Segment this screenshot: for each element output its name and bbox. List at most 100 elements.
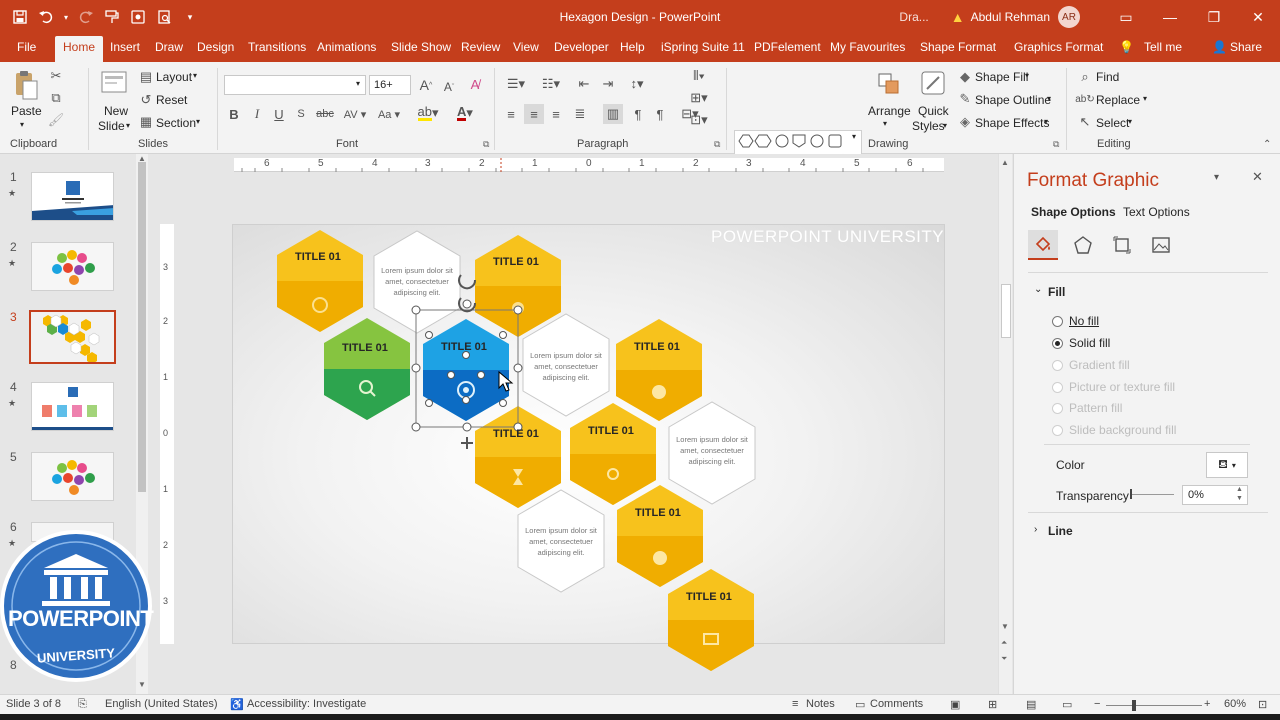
replace-dropdown-icon[interactable]: ▾ bbox=[1143, 94, 1147, 103]
clear-formatting-icon[interactable]: A̸ bbox=[466, 75, 484, 93]
font-name-dropdown-icon[interactable]: ▾ bbox=[356, 79, 360, 88]
tab-insert[interactable]: Insert bbox=[110, 40, 140, 54]
transparency-slider-thumb[interactable] bbox=[1130, 489, 1132, 499]
select-button[interactable]: Select bbox=[1096, 116, 1129, 130]
collapse-ribbon-icon[interactable]: ⌃ bbox=[1263, 139, 1271, 150]
effects-icon[interactable] bbox=[1068, 230, 1098, 260]
layout-dropdown-icon[interactable]: ▾ bbox=[193, 71, 197, 80]
format-painter-icon[interactable]: 🖌 bbox=[48, 112, 65, 128]
shapes-gallery-more-icon[interactable]: ▾ bbox=[852, 132, 856, 141]
text-direction-icon[interactable]: ⫴▾ bbox=[686, 68, 712, 84]
previous-slide-icon[interactable]: ⏶ bbox=[1001, 638, 1007, 648]
accessibility-status[interactable]: Accessibility: Investigate bbox=[247, 698, 366, 710]
quick-styles-button[interactable]: Quick bbox=[918, 104, 949, 118]
tab-pdfelement[interactable]: PDFelement bbox=[754, 40, 821, 54]
pattern-fill-option[interactable]: Pattern fill bbox=[1052, 401, 1122, 415]
tab-developer[interactable]: Developer bbox=[554, 40, 609, 54]
shape-outline-dropdown-icon[interactable]: ▾ bbox=[1047, 94, 1051, 103]
quick-styles-dropdown-icon[interactable]: ▾ bbox=[943, 121, 947, 130]
undo-icon[interactable] bbox=[36, 7, 56, 27]
radio[interactable] bbox=[1052, 402, 1063, 414]
new-slide-button[interactable]: New bbox=[104, 104, 128, 118]
radio[interactable] bbox=[1052, 315, 1063, 327]
tab-help[interactable]: Help bbox=[620, 40, 645, 54]
transparency-spinner-icon[interactable]: ▲ ▼ bbox=[1236, 485, 1243, 503]
hexagon-green[interactable] bbox=[324, 318, 410, 420]
restore-icon[interactable]: ❐ bbox=[1192, 0, 1236, 34]
slide-thumbnail-4[interactable] bbox=[31, 382, 114, 431]
hexagon-yellow-5[interactable] bbox=[570, 403, 656, 505]
columns-icon[interactable]: ▥ bbox=[603, 104, 623, 124]
pane-options-icon[interactable]: ▾ bbox=[1214, 172, 1219, 183]
tab-shape-options[interactable]: Shape Options bbox=[1031, 205, 1116, 219]
change-case-icon[interactable]: Aa ▾ bbox=[375, 106, 403, 122]
ltr-icon[interactable]: ¶ bbox=[652, 106, 668, 122]
share-button[interactable]: Share bbox=[1230, 40, 1262, 54]
language-indicator[interactable]: English (United States) bbox=[105, 698, 218, 710]
line-section-header[interactable]: Line bbox=[1048, 524, 1073, 538]
comments-button[interactable]: Comments bbox=[870, 698, 923, 710]
font-dialog-launcher-icon[interactable]: ⧉ bbox=[483, 139, 489, 150]
tab-ispring[interactable]: iSpring Suite 11 bbox=[661, 40, 745, 54]
new-slide-icon[interactable] bbox=[100, 68, 130, 98]
normal-view-icon[interactable]: ▣ bbox=[950, 698, 960, 711]
save-icon[interactable] bbox=[10, 7, 30, 27]
align-left-icon[interactable]: ≡ bbox=[503, 106, 519, 122]
arrange-button[interactable]: Arrange bbox=[868, 104, 911, 118]
arrange-dropdown-icon[interactable]: ▾ bbox=[883, 119, 887, 128]
undo-dropdown-icon[interactable]: ▾ bbox=[62, 7, 70, 27]
customize-qat-icon[interactable]: ▾ bbox=[180, 7, 200, 27]
radio[interactable] bbox=[1052, 359, 1063, 371]
decrease-indent-icon[interactable]: ⇤ bbox=[575, 76, 593, 92]
reading-view-icon[interactable]: ▤ bbox=[1026, 698, 1036, 711]
shape-outline-button[interactable]: Shape Outline bbox=[975, 93, 1051, 107]
tab-file[interactable]: File bbox=[17, 40, 36, 54]
tab-draw[interactable]: Draw bbox=[155, 40, 183, 54]
ribbon-display-options-icon[interactable]: ▭ bbox=[1104, 0, 1148, 34]
select-dropdown-icon[interactable]: ▾ bbox=[1128, 117, 1132, 126]
shape-fill-dropdown-icon[interactable]: ▾ bbox=[1025, 71, 1029, 80]
shape-effects-button[interactable]: Shape Effects bbox=[975, 116, 1050, 130]
avatar[interactable]: AR bbox=[1058, 6, 1080, 28]
tab-text-options[interactable]: Text Options bbox=[1123, 205, 1190, 219]
justify-icon[interactable]: ≣ bbox=[572, 106, 588, 122]
rtl-icon[interactable]: ¶ bbox=[630, 106, 646, 122]
hexagon-yellow-6[interactable] bbox=[617, 485, 703, 587]
hexagon-blue-selected[interactable] bbox=[423, 319, 509, 421]
radio[interactable] bbox=[1052, 381, 1063, 393]
tab-slide-show[interactable]: Slide Show bbox=[391, 40, 451, 54]
redo-icon[interactable] bbox=[76, 7, 96, 27]
picture-fill-option[interactable]: Picture or texture fill bbox=[1052, 380, 1175, 394]
increase-font-size-icon[interactable]: A ^ bbox=[417, 76, 435, 94]
slide-thumbnail-2[interactable] bbox=[31, 242, 114, 291]
hexagon-yellow-1[interactable] bbox=[277, 230, 363, 332]
spelling-icon[interactable]: ⎘ bbox=[78, 698, 87, 711]
bullets-icon[interactable]: ☰▾ bbox=[503, 76, 529, 92]
pane-close-icon[interactable]: ✕ bbox=[1252, 169, 1263, 185]
editor-scrollbar[interactable]: ▲ ▼ ⏶ ⏷ bbox=[998, 154, 1012, 694]
new-slide-dropdown-icon[interactable]: ▾ bbox=[126, 121, 130, 130]
next-slide-icon[interactable]: ⏷ bbox=[1001, 654, 1007, 664]
zoom-slider-thumb[interactable] bbox=[1132, 700, 1136, 711]
scroll-up-icon[interactable]: ▲ bbox=[1001, 158, 1009, 167]
move-handle-icon[interactable] bbox=[461, 437, 473, 449]
zoom-slider-track[interactable] bbox=[1106, 705, 1202, 706]
hexagon-yellow-3[interactable] bbox=[616, 319, 702, 421]
line-expand-icon[interactable]: › bbox=[1034, 524, 1037, 535]
cut-icon[interactable]: ✂ bbox=[48, 68, 64, 84]
zoom-out-icon[interactable]: − bbox=[1094, 698, 1100, 710]
tell-me-search[interactable]: Tell me bbox=[1144, 40, 1182, 54]
user-name[interactable]: Abdul Rehman bbox=[971, 10, 1050, 24]
zoom-level[interactable]: 60% bbox=[1224, 698, 1246, 710]
editor-scroll-thumb[interactable] bbox=[1001, 284, 1011, 338]
arrange-icon[interactable] bbox=[876, 70, 902, 98]
font-name-combo[interactable] bbox=[224, 75, 366, 95]
quick-styles-button-line2[interactable]: Styles bbox=[912, 119, 945, 133]
warning-icon[interactable]: ▲ bbox=[951, 9, 965, 25]
solid-fill-option[interactable]: Solid fill bbox=[1052, 336, 1110, 350]
tab-transitions[interactable]: Transitions bbox=[248, 40, 306, 54]
gradient-fill-option[interactable]: Gradient fill bbox=[1052, 358, 1130, 372]
bold-icon[interactable]: B bbox=[226, 106, 242, 122]
radio[interactable] bbox=[1052, 337, 1063, 349]
tab-review[interactable]: Review bbox=[461, 40, 500, 54]
